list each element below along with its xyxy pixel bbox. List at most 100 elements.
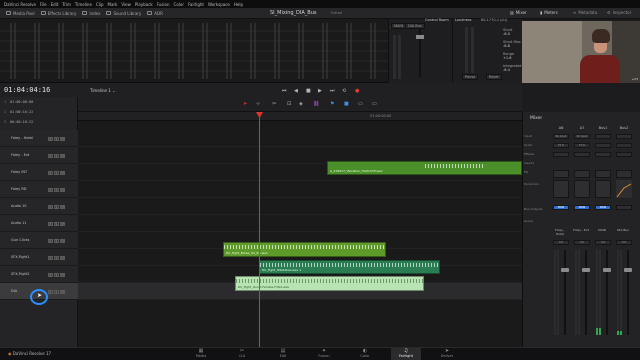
track-header[interactable]: Foley INT R S M <box>0 164 78 181</box>
mixer-bus-output[interactable]: MAIN <box>553 205 569 210</box>
channel-fader[interactable] <box>624 268 632 272</box>
page-tab-deliver[interactable]: ➤ Deliver <box>432 348 462 360</box>
control-room-main-tab[interactable]: MAIN <box>391 23 407 29</box>
media-pool-button[interactable]: Media Pool <box>6 11 35 16</box>
menu-item-workspace[interactable]: Workspace <box>208 2 230 7</box>
flag-tool[interactable]: ⚑ <box>330 101 334 107</box>
channel-fader[interactable] <box>603 268 611 272</box>
marker-row[interactable]: 1 01:00:00:00 <box>4 100 33 104</box>
fast-forward-button[interactable]: ⏭ <box>330 88 335 94</box>
mixer-bus-output[interactable]: MAIN <box>574 205 590 210</box>
menu-item-view[interactable]: View <box>121 2 131 7</box>
mute-button[interactable]: M <box>60 171 65 175</box>
menu-item-color[interactable]: Color <box>174 2 184 7</box>
mixer-input-select[interactable]: No Input <box>574 134 590 139</box>
loop-button[interactable]: ⟲ <box>342 88 346 94</box>
play-button[interactable]: ▶ <box>318 88 322 94</box>
record-arm-button[interactable]: R <box>48 137 53 141</box>
solo-button[interactable]: S <box>54 137 59 141</box>
mixer-bus-output[interactable]: MAIN <box>595 205 611 210</box>
stop-button[interactable]: ■ <box>306 88 311 94</box>
page-tab-cut[interactable]: ✂ Cut <box>227 348 257 360</box>
record-arm-button[interactable]: R <box>48 188 53 192</box>
mixer-dynamics-graph[interactable] <box>595 180 611 198</box>
mixer-order-select[interactable]: FX D <box>574 143 590 148</box>
snap-button[interactable]: ■ <box>344 101 349 107</box>
mute-button[interactable]: M <box>60 154 65 158</box>
index-button[interactable]: Index <box>82 11 100 16</box>
track-header[interactable]: Foley - Ext R S M <box>0 147 78 164</box>
track-header[interactable]: SFX-Fight2 R S M <box>0 266 78 283</box>
mixer-order-select[interactable] <box>616 143 632 148</box>
solo-button[interactable]: S <box>54 154 59 158</box>
menu-item-playback[interactable]: Playback <box>135 2 153 7</box>
menu-item-timeline[interactable]: Timeline <box>75 2 92 7</box>
sound-library-button[interactable]: Sound Library <box>106 11 141 16</box>
track-lane[interactable] <box>78 181 522 198</box>
track-lane[interactable] <box>78 130 522 147</box>
track-header[interactable]: Foley RD R S M <box>0 181 78 198</box>
selection-tool[interactable]: ➤ <box>243 101 247 107</box>
solo-button[interactable]: S <box>54 171 59 175</box>
solo-button[interactable]: S <box>54 222 59 226</box>
mute-button[interactable]: M <box>60 188 65 192</box>
mute-button[interactable]: M <box>60 222 65 226</box>
mixer-eq-graph[interactable] <box>553 170 569 178</box>
marker-tool[interactable]: ◈ <box>299 101 303 107</box>
video-viewer[interactable]: +23 <box>522 21 640 83</box>
mixer-effects-slot[interactable] <box>553 152 569 157</box>
mixer-bus-output[interactable] <box>616 205 632 210</box>
page-tab-fusion[interactable]: ✦ Fusion <box>309 348 339 360</box>
mixer-order-select[interactable]: FX D <box>553 143 569 148</box>
mixer-eq-graph[interactable] <box>574 170 590 178</box>
mute-button[interactable]: M <box>60 290 65 294</box>
channel-fader[interactable] <box>582 268 590 272</box>
record-arm-button[interactable]: R <box>48 205 53 209</box>
adr-button[interactable]: ADR <box>147 11 163 16</box>
audio-clip[interactable]: DC_Fight_Grunt-Female-F3Q2.wav <box>235 276 424 291</box>
solo-button[interactable]: S <box>54 273 59 277</box>
record-arm-button[interactable]: R <box>48 171 53 175</box>
control-room-fader[interactable] <box>416 35 424 39</box>
loudness-pause-button[interactable]: Pause <box>462 74 479 80</box>
mute-button[interactable]: M <box>60 273 65 277</box>
inspector-toggle-button[interactable]: ⚙ Inspector <box>607 10 631 15</box>
mixer-toggle-button[interactable]: ▥ Mixer <box>510 10 527 15</box>
meters-toggle-button[interactable]: ▮ Meters <box>540 10 558 15</box>
audio-clip[interactable]: DC_Fight_Blows_04_Slo.wav <box>223 242 386 257</box>
record-button[interactable]: ● <box>355 88 359 94</box>
mixer-effects-slot[interactable] <box>616 152 632 157</box>
rewind-button[interactable]: ⏮ <box>282 88 287 94</box>
menu-item-edit[interactable]: Edit <box>51 2 59 7</box>
marker-row[interactable]: 2 01:00:16:22 <box>4 110 33 114</box>
edit-mode-button[interactable]: ⊡ <box>287 101 291 107</box>
metadata-toggle-button[interactable]: ≡ Metadata <box>573 10 597 15</box>
mixer-input-select[interactable]: No Input <box>553 134 569 139</box>
reverse-button[interactable]: ◀ <box>294 88 298 94</box>
mute-button[interactable]: M <box>60 137 65 141</box>
mixer-order-select[interactable] <box>595 143 611 148</box>
link-button[interactable]: ⛓ <box>313 101 319 107</box>
menu-item-fusion[interactable]: Fusion <box>157 2 170 7</box>
zoom-out-button[interactable]: ▭ <box>358 101 363 107</box>
page-tab-fairlight[interactable]: ♫ Fairlight <box>391 348 421 360</box>
page-tab-edit[interactable]: ▤ Edit <box>268 348 298 360</box>
record-arm-button[interactable]: R <box>48 256 53 260</box>
record-arm-button[interactable]: R <box>48 222 53 226</box>
solo-button[interactable]: S <box>54 290 59 294</box>
menu-item-help[interactable]: Help <box>234 2 243 7</box>
record-arm-button[interactable]: R <box>48 290 53 294</box>
track-header[interactable]: Foley - Hotel R S M <box>0 130 78 147</box>
solo-button[interactable]: S <box>54 205 59 209</box>
mixer-dynamics-graph[interactable] <box>553 180 569 198</box>
solo-button[interactable]: S <box>54 188 59 192</box>
solo-button[interactable]: S <box>54 239 59 243</box>
playhead[interactable] <box>259 112 260 347</box>
page-tab-media[interactable]: ▦ Media <box>186 348 216 360</box>
mixer-input-select[interactable] <box>595 134 611 139</box>
mute-button[interactable]: M <box>60 256 65 260</box>
channel-fader[interactable] <box>561 268 569 272</box>
menu-item-trim[interactable]: Trim <box>62 2 71 7</box>
menu-item-clip[interactable]: Clip <box>96 2 104 7</box>
track-header[interactable]: SFX-Fight1 R S M <box>0 249 78 266</box>
